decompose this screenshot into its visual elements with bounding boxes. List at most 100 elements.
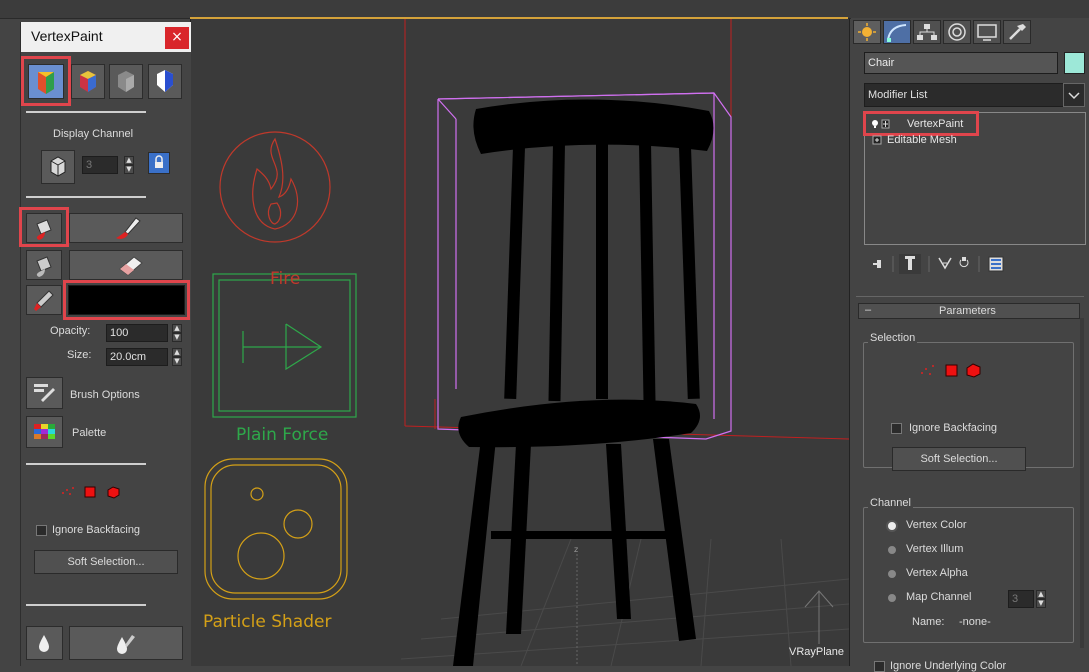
parameters-title: Parameters xyxy=(939,305,996,317)
brush-icon xyxy=(116,217,141,239)
parameters-rollout: – Parameters Selection Ignore Backfacing… xyxy=(858,303,1080,672)
map-channel-label: Map Channel xyxy=(906,591,972,603)
collapse-icon: – xyxy=(865,304,872,316)
eraser-icon xyxy=(119,256,143,276)
ignore-backfacing-checkbox[interactable] xyxy=(36,525,47,536)
vertex-color-label: Vertex Color xyxy=(906,519,967,531)
face-icon xyxy=(945,364,958,377)
erase-button[interactable] xyxy=(69,250,183,280)
tab-motion[interactable] xyxy=(943,20,971,44)
display-channel-spinner[interactable]: 3 xyxy=(82,156,118,174)
axis-z-label: z xyxy=(574,545,578,554)
vertexpaint-titlebar[interactable]: VertexPaint × xyxy=(21,22,191,52)
tab-modify[interactable] xyxy=(883,20,911,44)
divider xyxy=(26,463,146,465)
map-channel-spinner[interactable]: 3 xyxy=(1008,590,1034,608)
palette-button[interactable] xyxy=(26,416,63,448)
paint-bucket-icon xyxy=(36,219,52,240)
pick-color-button[interactable] xyxy=(26,285,62,315)
vertex-color-shaded-button[interactable] xyxy=(148,64,182,99)
paint-button[interactable] xyxy=(69,213,183,243)
tab-hierarchy[interactable] xyxy=(913,20,941,44)
display-monitor-icon xyxy=(977,24,997,41)
name-label: Name: xyxy=(912,616,945,628)
channel-group-label: Channel xyxy=(868,497,913,509)
vertexpaint-title: VertexPaint xyxy=(31,28,103,44)
soft-selection-button[interactable]: Soft Selection... xyxy=(34,550,178,574)
radio-vertex-alpha[interactable] xyxy=(888,570,896,578)
vertex-icon xyxy=(921,365,934,375)
soft-selection-button[interactable]: Soft Selection... xyxy=(892,447,1026,471)
expand-icon[interactable] xyxy=(871,134,883,146)
bucket-erase-icon xyxy=(36,256,52,277)
erase-all-button[interactable] xyxy=(26,250,62,280)
radio-vertex-color[interactable] xyxy=(888,522,896,530)
stack-item-vertexpaint[interactable]: VertexPaint xyxy=(907,118,963,130)
vertex-color-nolight-button[interactable] xyxy=(71,64,105,99)
display-channel-button[interactable] xyxy=(41,150,75,184)
blur-all-button[interactable] xyxy=(26,626,63,660)
size-spinner[interactable]: 20.0cm xyxy=(106,348,168,366)
close-button[interactable]: × xyxy=(165,27,189,49)
parameters-header[interactable]: – Parameters xyxy=(858,303,1080,319)
radio-map-channel[interactable] xyxy=(888,594,896,602)
divider xyxy=(26,196,146,198)
vertex-color-display-button[interactable] xyxy=(28,64,64,99)
spinner-down[interactable]: ▼ xyxy=(124,165,134,174)
brush-options-icon xyxy=(34,384,55,402)
opacity-spinner[interactable]: 100 xyxy=(106,324,168,342)
swatch-fill xyxy=(69,286,184,314)
spinner-up[interactable]: ▲ xyxy=(124,156,134,165)
lock-channel-button[interactable] xyxy=(148,152,170,174)
color-cube-icon xyxy=(80,71,96,92)
spinner-down[interactable]: ▼ xyxy=(1036,599,1046,608)
opacity-label: Opacity: xyxy=(50,325,91,337)
fire-label: Fire xyxy=(270,269,301,289)
spinner-up[interactable]: ▲ xyxy=(1036,590,1046,599)
spinner-up[interactable]: ▲ xyxy=(172,348,182,357)
selection-level-icons[interactable] xyxy=(918,362,988,380)
tab-utilities[interactable] xyxy=(1003,20,1031,44)
spinner-down[interactable]: ▼ xyxy=(172,333,182,342)
ignore-backfacing-label: Ignore Backfacing xyxy=(909,422,998,434)
remove-modifier-icon xyxy=(959,257,969,268)
hierarchy-icon xyxy=(917,24,937,40)
paint-all-button[interactable] xyxy=(26,213,62,243)
radio-vertex-illum[interactable] xyxy=(888,546,896,554)
ignore-underlying-color-checkbox[interactable] xyxy=(874,661,885,672)
make-unique-icon xyxy=(938,257,952,270)
plain-force-helper-icon xyxy=(212,273,357,418)
element-icon xyxy=(966,363,981,378)
tab-display[interactable] xyxy=(973,20,1001,44)
size-label: Size: xyxy=(67,349,92,361)
tab-create[interactable] xyxy=(853,20,881,44)
stack-toolbar[interactable] xyxy=(869,254,1029,274)
chair-model xyxy=(453,99,714,666)
object-name-field[interactable]: Chair xyxy=(864,52,1058,74)
spinner-up[interactable]: ▲ xyxy=(172,324,182,333)
face-icon xyxy=(84,486,96,498)
ignore-backfacing-checkbox[interactable] xyxy=(891,423,902,434)
motion-icon xyxy=(948,23,966,41)
modifier-list-arrow[interactable] xyxy=(1063,83,1085,107)
shaded-cube-icon xyxy=(38,72,54,94)
brush-options-button[interactable] xyxy=(26,377,63,409)
blur-brush-button[interactable] xyxy=(69,626,183,660)
grey-cube-icon xyxy=(118,71,134,92)
panel-scrollbar[interactable] xyxy=(1080,318,1084,648)
object-color-swatch[interactable] xyxy=(1064,52,1085,74)
eyedropper-icon xyxy=(34,290,54,311)
palette-icon xyxy=(34,424,55,439)
spinner-down[interactable]: ▼ xyxy=(172,357,182,366)
modifier-list-dropdown[interactable]: Modifier List xyxy=(864,83,1064,107)
modify-curve-icon xyxy=(887,24,907,42)
vertex-alpha-label: Vertex Alpha xyxy=(906,567,968,579)
modifier-stack: VertexPaint Editable Mesh xyxy=(863,111,1086,245)
vertex-illum-label: Vertex Illum xyxy=(906,543,964,555)
disable-vertex-color-button[interactable] xyxy=(109,64,143,99)
perspective-viewport[interactable]: z Fire Plain Force Particle Shader VRayP… xyxy=(190,19,850,666)
stack-item-editable-mesh[interactable]: Editable Mesh xyxy=(887,134,957,146)
paint-color-swatch[interactable] xyxy=(68,285,185,315)
pin-stack-icon xyxy=(873,260,881,268)
lightbulb-icon[interactable] xyxy=(871,118,891,130)
